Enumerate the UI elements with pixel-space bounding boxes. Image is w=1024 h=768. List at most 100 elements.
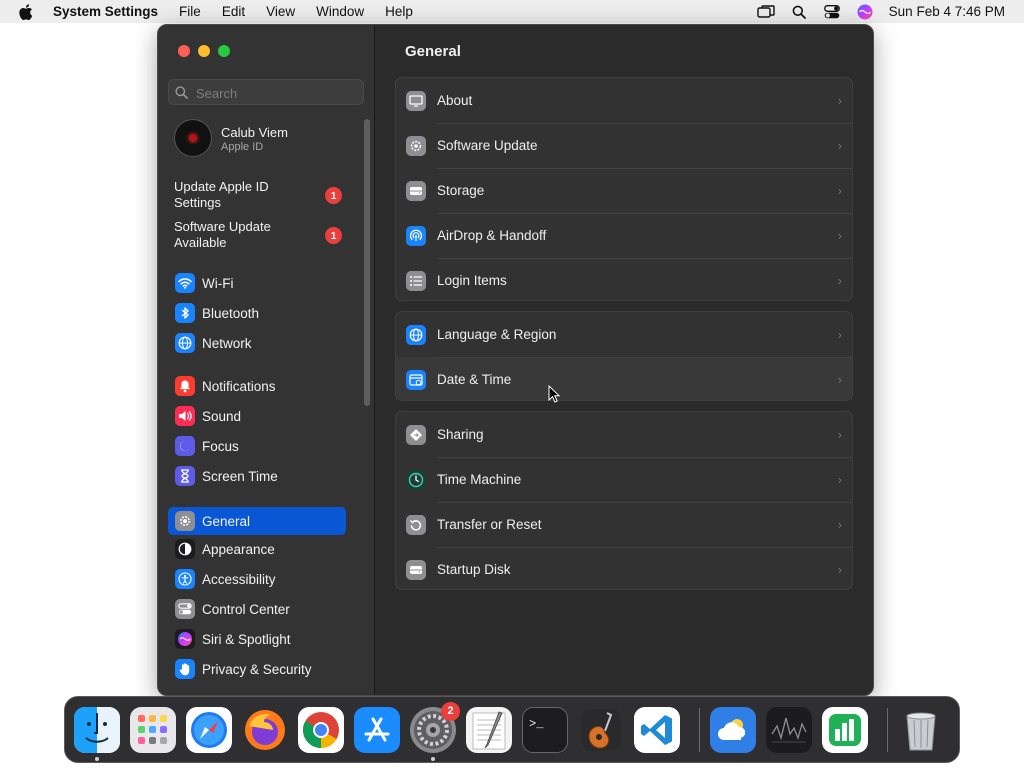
list-icon — [406, 270, 426, 291]
airdrop-icon — [406, 225, 426, 246]
sidebar-scrollbar[interactable] — [364, 119, 370, 406]
apple-id-account[interactable]: Calub Viem Apple ID — [174, 119, 354, 159]
weather-icon[interactable] — [710, 706, 756, 753]
row-label: Sharing — [437, 427, 484, 442]
chevron-right-icon: › — [837, 562, 842, 577]
stocks-icon[interactable] — [766, 706, 812, 753]
gear-badge-icon — [406, 135, 426, 156]
firefox-icon[interactable] — [242, 707, 288, 753]
row-label: Storage — [437, 183, 485, 198]
sidebar-item-screen-time[interactable]: Screen Time — [168, 464, 348, 488]
menu-bar: System Settings File Edit View Window He… — [0, 0, 1024, 23]
hand-icon — [175, 659, 195, 679]
row-date-time[interactable]: Date & Time › — [396, 357, 852, 400]
sidebar-search[interactable] — [168, 79, 364, 105]
sidebar-item-wifi[interactable]: Wi-Fi — [168, 271, 348, 295]
row-label: Software Update — [437, 138, 538, 153]
sidebar-item-sound[interactable]: Sound — [168, 404, 348, 428]
chevron-right-icon: › — [837, 138, 842, 153]
safari-icon[interactable] — [186, 706, 232, 753]
menu-help[interactable]: Help — [385, 4, 413, 19]
finder-icon[interactable] — [74, 706, 120, 761]
software-update-notice[interactable]: Software Update Available 1 — [174, 219, 350, 251]
row-label: Login Items — [437, 273, 507, 288]
dock-separator — [699, 707, 700, 752]
row-language-region[interactable]: Language & Region › — [396, 312, 852, 357]
sidebar-item-network[interactable]: Network — [168, 331, 348, 355]
control-center-icon[interactable] — [823, 4, 841, 20]
sharing-icon — [406, 424, 426, 445]
sidebar-item-label: Control Center — [202, 601, 290, 617]
sidebar-item-appearance[interactable]: Appearance — [168, 537, 348, 561]
sidebar-item-bluetooth[interactable]: Bluetooth — [168, 301, 348, 325]
menu-window[interactable]: Window — [316, 4, 364, 19]
menu-clock[interactable]: Sun Feb 4 7:46 PM — [889, 4, 1005, 19]
search-input[interactable] — [194, 82, 358, 104]
row-label: AirDrop & Handoff — [437, 228, 547, 243]
row-time-machine[interactable]: Time Machine › — [396, 457, 852, 502]
row-airdrop-handoff[interactable]: AirDrop & Handoff › — [396, 213, 852, 258]
row-about[interactable]: About › — [396, 78, 852, 123]
garageband-icon[interactable] — [578, 707, 624, 753]
row-storage[interactable]: Storage › — [396, 168, 852, 213]
sidebar-item-label: Screen Time — [202, 468, 278, 484]
chevron-right-icon: › — [837, 183, 842, 198]
trash-icon[interactable] — [898, 707, 944, 753]
menu-app-name[interactable]: System Settings — [53, 4, 158, 19]
control-center-icon — [175, 599, 195, 619]
window-controls — [178, 45, 238, 57]
system-settings-icon[interactable]: 2 — [410, 701, 460, 761]
apple-menu-icon[interactable] — [19, 3, 33, 20]
system-settings-window: Calub Viem Apple ID Update Apple ID Sett… — [157, 24, 874, 696]
chevron-right-icon: › — [837, 228, 842, 243]
bluetooth-icon — [175, 303, 195, 323]
sidebar-item-accessibility[interactable]: Accessibility — [168, 567, 348, 591]
vscode-icon[interactable] — [634, 706, 680, 753]
row-label: Language & Region — [437, 327, 557, 342]
textedit-icon[interactable] — [466, 706, 512, 753]
settings-group-maintenance: Sharing › Time Machine › Transfer or Res… — [395, 411, 853, 590]
row-transfer-reset[interactable]: Transfer or Reset › — [396, 502, 852, 547]
bell-icon — [175, 376, 195, 396]
row-startup-disk[interactable]: Startup Disk › — [396, 547, 852, 589]
row-label: Date & Time — [437, 372, 512, 387]
minimize-window-button[interactable] — [198, 45, 210, 57]
hourglass-icon — [175, 466, 195, 486]
menu-file[interactable]: File — [179, 4, 201, 19]
sidebar-item-label: Accessibility — [202, 571, 276, 587]
update-apple-id-notice[interactable]: Update Apple ID Settings 1 — [174, 179, 350, 211]
spotlight-search-icon[interactable] — [790, 4, 808, 20]
row-sharing[interactable]: Sharing › — [396, 412, 852, 457]
app-store-icon[interactable] — [354, 706, 400, 753]
sidebar-item-notifications[interactable]: Notifications — [168, 374, 348, 398]
reset-icon — [406, 514, 426, 535]
sidebar-item-control-center[interactable]: Control Center — [168, 597, 348, 621]
globe-icon — [175, 333, 195, 353]
row-label: Transfer or Reset — [437, 517, 542, 532]
terminal-icon[interactable]: >_ — [522, 706, 568, 753]
notice-badge: 1 — [325, 187, 342, 204]
screen-mirroring-icon[interactable] — [756, 4, 775, 20]
menu-view[interactable]: View — [266, 4, 295, 19]
siri-icon[interactable] — [856, 4, 874, 20]
close-window-button[interactable] — [178, 45, 190, 57]
menu-edit[interactable]: Edit — [222, 4, 245, 19]
row-label: About — [437, 93, 473, 108]
sidebar-item-label: Appearance — [202, 541, 275, 557]
sidebar-item-siri-spotlight[interactable]: Siri & Spotlight — [168, 627, 348, 651]
sidebar-item-label: Sound — [202, 408, 242, 424]
sidebar-item-privacy-security[interactable]: Privacy & Security — [168, 657, 348, 681]
gear-icon — [175, 511, 195, 531]
row-login-items[interactable]: Login Items › — [396, 258, 852, 300]
row-software-update[interactable]: Software Update › — [396, 123, 852, 168]
launchpad-icon[interactable] — [130, 706, 176, 753]
zoom-window-button[interactable] — [218, 45, 230, 57]
sidebar-item-label: Network — [202, 335, 252, 351]
sidebar-item-label: Privacy & Security — [202, 661, 312, 677]
numbers-icon[interactable] — [822, 706, 868, 753]
chrome-icon[interactable] — [298, 706, 344, 753]
sidebar-item-label: Bluetooth — [202, 305, 260, 321]
sidebar-item-general[interactable]: General — [168, 507, 346, 535]
sidebar-item-focus[interactable]: Focus — [168, 434, 348, 458]
sidebar-item-label: Siri & Spotlight — [202, 631, 291, 647]
